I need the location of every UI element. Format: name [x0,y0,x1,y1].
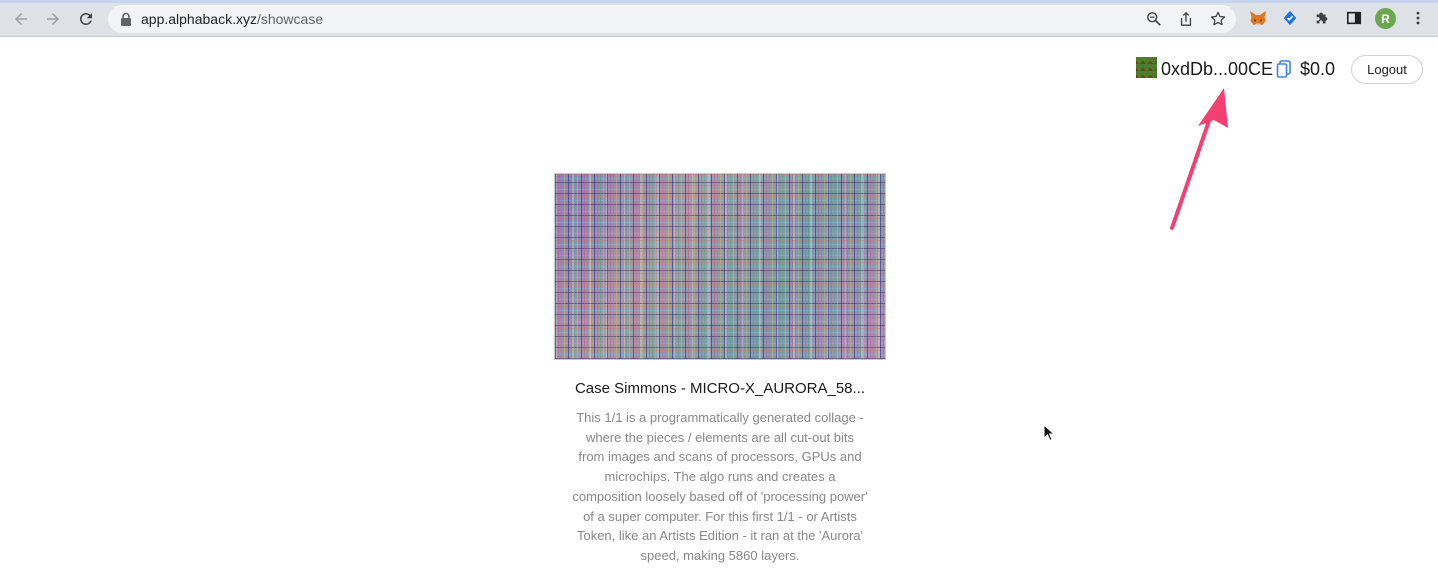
kebab-menu-icon [1416,11,1420,25]
annotation-arrow [1170,88,1228,230]
profile-avatar[interactable]: R [1375,8,1396,29]
lock-icon [121,12,131,26]
reload-icon [79,12,92,25]
reload-button[interactable] [74,7,98,31]
back-button[interactable] [9,7,33,31]
browser-menu-button[interactable] [1409,9,1427,27]
address-bar[interactable]: app.alphaback.xyz/showcase [108,5,1236,33]
side-panel-icon [1346,11,1362,25]
url-host: app.alphaback.xyz [141,11,257,27]
item-title[interactable]: Case Simmons - MICRO-X_AURORA_58... [554,380,886,397]
wallet-avatar [1136,57,1157,78]
logout-button[interactable]: Logout [1351,55,1423,84]
extensions-button[interactable] [1313,9,1331,27]
mouse-cursor-icon [1043,424,1055,442]
zoom-icon [1147,12,1161,26]
item-description: This 1/1 is a programmatically generated… [572,410,868,563]
side-panel-button[interactable] [1345,9,1363,27]
forward-button[interactable] [41,7,65,31]
share-button[interactable] [1177,10,1195,28]
tab-strip-edge [0,0,1438,3]
wallet-address: 0xdDb...00CE [1161,59,1274,79]
puzzle-icon [1316,12,1328,24]
blue-extension-icon [1283,10,1297,26]
copy-icon[interactable] [1276,60,1292,78]
bookmark-button[interactable] [1209,10,1227,28]
blue-extension[interactable] [1281,9,1299,27]
browser-toolbar: app.alphaback.xyz/showcase R [0,0,1438,37]
metamask-fox-icon [1250,11,1266,25]
back-arrow-icon [15,13,27,25]
forward-arrow-icon [47,13,59,25]
star-icon [1210,11,1226,26]
artwork-image[interactable] [554,173,886,360]
url-text: app.alphaback.xyz/showcase [141,11,323,27]
zoom-button[interactable] [1145,10,1163,28]
metamask-extension[interactable] [1249,9,1267,27]
share-icon [1180,11,1192,26]
wallet-balance: $0.0 [1300,59,1336,79]
url-path: /showcase [256,11,324,27]
